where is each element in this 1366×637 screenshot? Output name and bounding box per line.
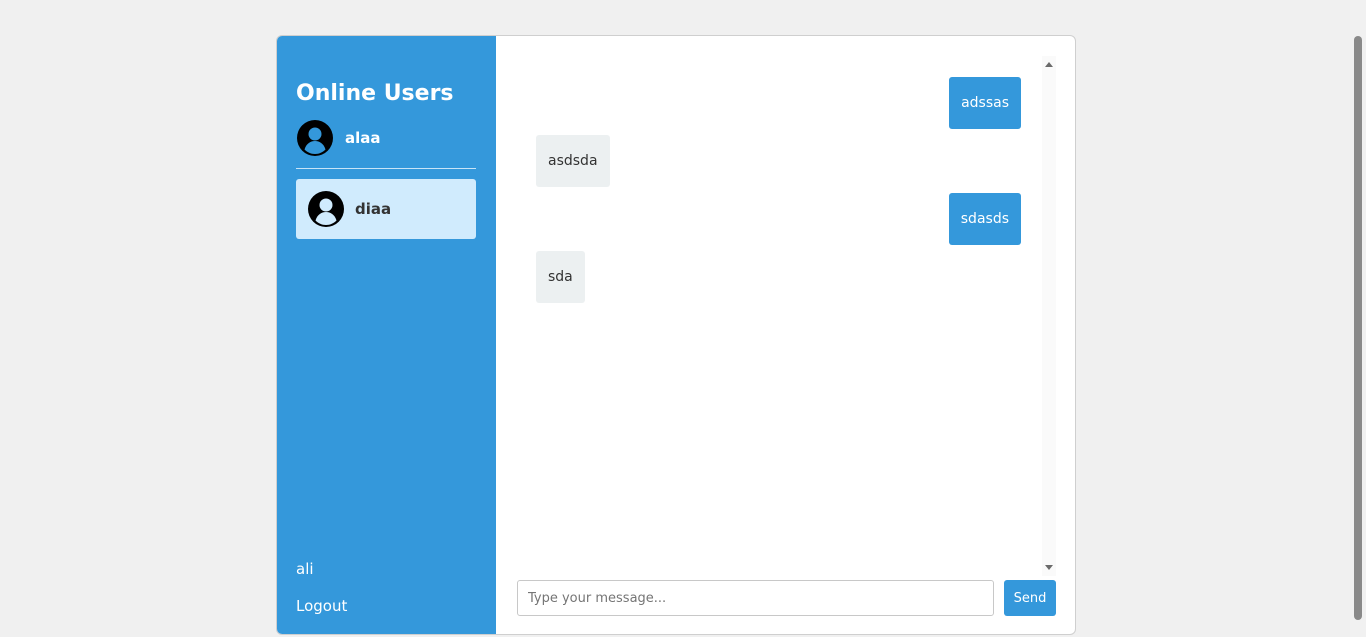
message-input[interactable] [517, 580, 994, 616]
page-scrollbar[interactable] [1350, 0, 1366, 637]
user-list-item-name: diaa [355, 200, 392, 218]
message-bubble-received: sda [536, 251, 585, 303]
chat-main: adssas asdsda sdasds sda Send [496, 36, 1075, 634]
current-user-name: alaa [345, 129, 381, 147]
page-scrollbar-thumb[interactable] [1354, 36, 1362, 620]
message-bubble-sent: adssas [949, 77, 1021, 129]
logged-in-username: ali [296, 560, 314, 578]
sidebar-title: Online Users [296, 81, 454, 106]
message-bubble-received: asdsda [536, 135, 610, 187]
logout-link[interactable]: Logout [296, 596, 347, 616]
user-list-item[interactable]: diaa [296, 179, 476, 239]
user-circle-icon [297, 120, 333, 156]
send-button[interactable]: Send [1004, 580, 1056, 616]
scroll-up-arrow-icon[interactable] [1045, 62, 1053, 67]
chat-window: Online Users alaa diaa ali Logout adssas… [276, 35, 1076, 635]
message-bubble-sent: sdasds [948, 193, 1021, 245]
scroll-down-arrow-icon[interactable] [1045, 565, 1053, 570]
message-composer: Send [517, 580, 1056, 616]
message-list-scrollbar[interactable] [1042, 56, 1056, 576]
sidebar: Online Users alaa diaa ali Logout [277, 36, 496, 634]
current-user: alaa [297, 120, 381, 156]
sidebar-divider [296, 168, 476, 169]
user-circle-icon [308, 191, 344, 227]
message-list: adssas asdsda sdasds sda [496, 57, 1042, 572]
